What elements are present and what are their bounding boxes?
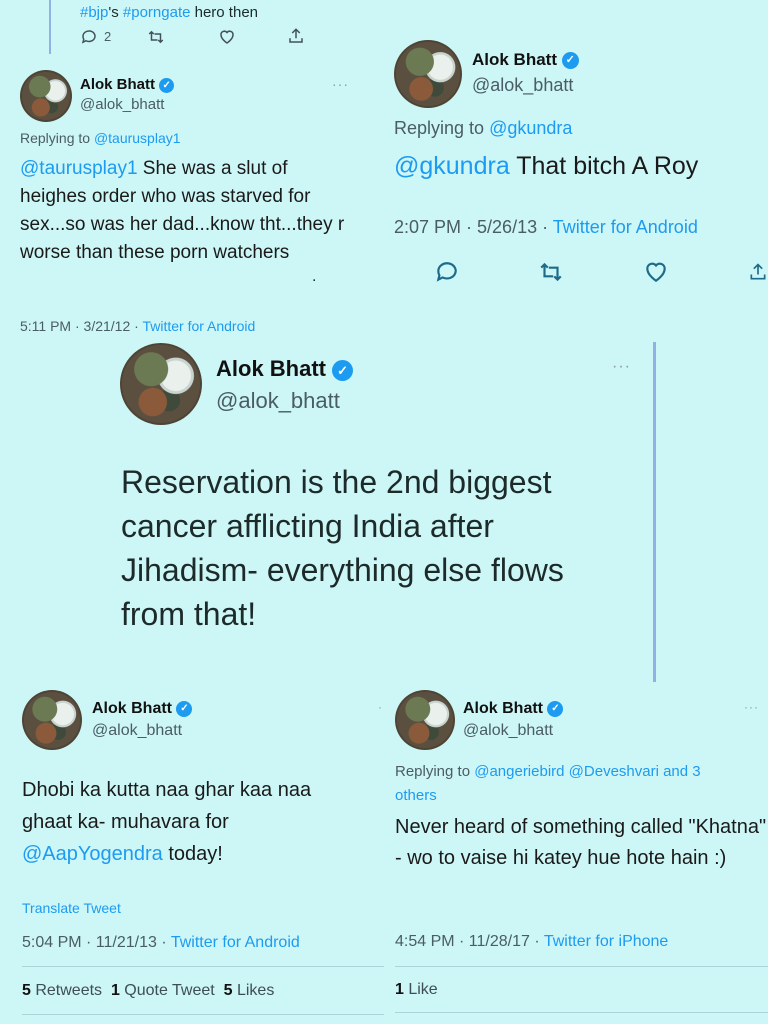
display-name[interactable]: Alok Bhatt [216,356,326,381]
cut-off-meta-fragment [121,674,481,684]
tweet-meta: 2:07 PM · 5/26/13 · Twitter for Android [394,217,698,238]
display-name[interactable]: Alok Bhatt [472,50,557,69]
display-name[interactable]: Alok Bhatt [463,700,543,717]
likes-label: Likes [232,982,275,999]
tweet-meta: 5:11 PM · 3/21/12 · Twitter for Android [20,318,255,334]
body-text: That bitch A Roy [509,152,699,180]
source-link[interactable]: Twitter for Android [142,318,255,334]
thread-line-top [49,0,51,54]
reply-count: 2 [104,29,112,44]
tweet-body: Reservation is the 2nd biggest cancer af… [121,464,564,632]
more-dots-icon[interactable]: · [378,700,383,714]
verified-badge-icon: ✓ [547,700,564,717]
tweet-body: @taurusplay1 She was a slut of heighes o… [20,155,355,267]
replying-to-link[interactable]: @gkundra [489,118,572,138]
mention-link[interactable]: @AapYogendra [22,843,163,865]
source-link[interactable]: Twitter for Android [553,217,698,237]
likes-stat[interactable]: 5 Likes [224,982,275,999]
likes-label: Like [403,981,438,998]
translate-tweet-link[interactable]: Translate Tweet [22,900,121,916]
tweet-body: Never heard of something called "Khatna"… [395,816,767,869]
avatar[interactable] [394,40,462,108]
source-link[interactable]: Twitter for iPhone [544,933,669,950]
timestamp[interactable]: 2:07 PM · 5/26/13 · [394,217,553,237]
replying-label: Replying to [394,118,490,138]
body-text-tail: today! [162,843,223,865]
avatar[interactable] [22,690,82,750]
verified-badge-icon: ✓ [176,700,193,717]
reply-icon[interactable] [80,28,98,51]
mention-link[interactable]: @gkundra [394,152,510,180]
more-dots-icon[interactable]: ··· [744,700,759,714]
share-icon[interactable] [287,27,305,50]
more-dots-icon[interactable]: ··· [612,358,631,376]
tweet-meta: 4:54 PM · 11/28/17 · Twitter for iPhone [395,933,668,951]
avatar[interactable] [120,343,202,425]
hashtag-bjp[interactable]: #bjp [80,4,108,21]
quotes-label: Quote Tweet [119,982,215,999]
handle[interactable]: @alok_bhatt [80,96,164,113]
top-tweet-text: #bjp's #porngate hero then [80,4,258,21]
share-icon[interactable] [748,259,768,290]
display-name[interactable]: Alok Bhatt [92,700,172,717]
quotes-stat[interactable]: 1 Quote Tweet [111,982,215,999]
retweet-icon[interactable] [537,259,565,290]
body-text: Dhobi ka kutta naa ghar kaa naa ghaat ka… [22,779,312,833]
timestamp[interactable]: 5:11 PM · 3/21/12 · [20,318,142,334]
hr-divider [22,966,384,967]
avatar[interactable] [20,70,72,122]
tweet-meta: 5:04 PM · 11/21/13 · Twitter for Android [22,934,300,952]
tweet3-header: Alok Bhatt ✓ [216,356,354,382]
retweets-count: 5 [22,982,31,999]
hr-divider [395,1012,768,1013]
replying-to: Replying to @taurusplay1 [20,130,181,146]
replying-to: Replying to @angeriebird @Deveshvari and… [395,760,745,808]
likes-count: 5 [223,982,233,999]
hr-divider [22,1014,384,1015]
replying-label: Replying to [20,130,94,146]
likes-count: 1 [395,981,404,998]
replying-label: Replying to [395,763,475,780]
tweet4-header: Alok Bhatt ✓ [92,700,193,718]
handle[interactable]: @alok_bhatt [216,388,340,414]
avatar[interactable] [395,690,455,750]
tweet-body: @gkundra That bitch A Roy [394,150,698,182]
text-fragment: hero then [190,4,259,21]
tweet-body: Dhobi ka kutta naa ghar kaa naa ghaat ka… [22,774,342,870]
timestamp[interactable]: 5:04 PM · 11/21/13 · [22,934,171,951]
like-icon[interactable] [643,259,669,290]
tweet1-header: Alok Bhatt ✓ [80,76,175,93]
like-icon[interactable] [218,28,236,51]
text-fragment: 's [108,4,123,21]
mention-link[interactable]: @taurusplay1 [20,158,138,179]
tweet2-header: Alok Bhatt ✓ [472,50,579,70]
verified-badge-icon: ✓ [332,359,354,381]
quotes-count: 1 [110,982,120,999]
stray-dot: . [312,268,317,285]
handle[interactable]: @alok_bhatt [472,75,573,96]
reply-icon[interactable] [434,259,460,290]
display-name[interactable]: Alok Bhatt [80,76,155,93]
timestamp[interactable]: 4:54 PM · 11/28/17 · [395,933,544,950]
source-link[interactable]: Twitter for Android [171,934,300,951]
more-dots-icon[interactable]: ··· [332,76,349,92]
hashtag-porngate[interactable]: #porngate [123,4,191,21]
engagement-stats: 5 Retweets 1 Quote Tweet 5 Likes [22,982,274,1000]
replying-to: Replying to @gkundra [394,118,572,139]
tweet5-header: Alok Bhatt ✓ [463,700,564,718]
handle[interactable]: @alok_bhatt [92,722,182,740]
verified-badge-icon: ✓ [159,77,175,93]
handle[interactable]: @alok_bhatt [463,722,553,740]
divider-line [653,342,656,682]
replying-to-link[interactable]: @taurusplay1 [94,130,181,146]
likes-stat[interactable]: 1 Like [395,981,438,999]
verified-badge-icon: ✓ [561,52,579,70]
retweets-stat[interactable]: 5 Retweets [22,982,102,999]
retweet-icon[interactable] [146,28,166,51]
hr-divider [395,966,768,967]
retweets-label: Retweets [30,982,103,999]
